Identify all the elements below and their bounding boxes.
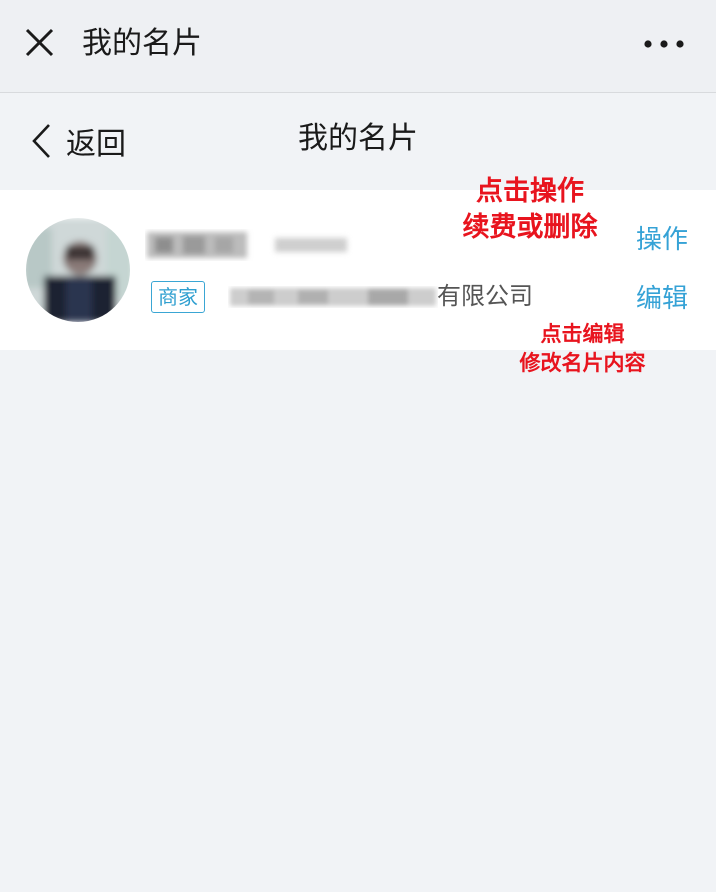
operate-annotation: 点击操作 续费或删除 [440,174,620,246]
window-title: 我的名片 [82,26,202,61]
company-suffix: 有限公司 [437,282,533,310]
merchant-tag: 商家 [151,281,205,313]
top-bar: 我的名片 [0,0,716,93]
operate-annotation-line1: 点击操作 [476,176,584,207]
user-name-redacted [147,232,347,258]
more-dots-icon [644,40,684,48]
close-icon [25,28,54,57]
more-button[interactable] [640,22,688,66]
avatar[interactable] [22,218,134,322]
edit-annotation-line2: 修改名片内容 [519,351,646,375]
operate-annotation-line2: 续费或删除 [462,212,598,243]
close-button[interactable] [20,22,60,62]
company-name-redacted [230,288,436,306]
page-title: 我的名片 [298,121,418,156]
edit-annotation-line1: 点击编辑 [540,322,625,346]
edit-annotation: 点击编辑 修改名片内容 [495,320,670,378]
edit-link[interactable]: 编辑 [636,281,688,317]
operate-link[interactable]: 操作 [636,222,688,258]
